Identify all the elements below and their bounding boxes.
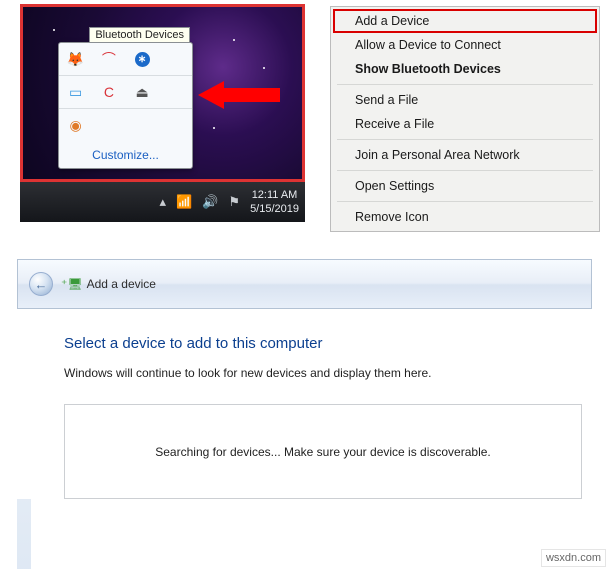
menu-separator <box>337 84 593 85</box>
clock-time: 12:11 AM <box>250 188 299 202</box>
tutorial-top-region: Bluetooth Devices 🦊 ⌒ ∗ ▭ C ⏏ ◉ Customiz… <box>20 4 606 232</box>
bluetooth-icon[interactable]: ∗ <box>126 43 159 75</box>
tray-empty <box>159 76 192 108</box>
battery-icon[interactable]: ▭ <box>59 76 92 108</box>
wizard-header: ← ⁺🖥 Add a device <box>17 259 592 309</box>
wizard-body: Select a device to add to this computer … <box>17 309 592 499</box>
menu-show-devices[interactable]: Show Bluetooth Devices <box>333 57 597 81</box>
customize-link[interactable]: Customize... <box>59 141 192 168</box>
arrow-left-icon: ← <box>35 277 48 292</box>
eject-icon[interactable]: ⏏ <box>126 76 159 108</box>
menu-separator <box>337 170 593 171</box>
menu-open-settings[interactable]: Open Settings <box>333 174 597 198</box>
ccleaner-icon[interactable]: C <box>92 76 125 108</box>
network-icon[interactable]: 📶 <box>176 194 192 210</box>
tray-empty <box>92 109 125 141</box>
wizard-subtext: Windows will continue to look for new de… <box>64 366 582 380</box>
wizard-title-row: ⁺🖥 Add a device <box>61 277 156 291</box>
menu-add-device[interactable]: Add a Device <box>333 9 597 33</box>
flag-icon[interactable]: ⚑ <box>228 194 240 210</box>
menu-separator <box>337 139 593 140</box>
disc-icon[interactable]: ◉ <box>59 109 92 141</box>
airtel-icon[interactable]: ⌒ <box>92 43 125 75</box>
bluetooth-tooltip: Bluetooth Devices <box>89 27 190 43</box>
taskbar: ▴ 📶 🔊 ⚑ 12:11 AM 5/15/2019 <box>20 182 305 222</box>
fox-icon[interactable]: 🦊 <box>59 43 92 75</box>
menu-separator <box>337 201 593 202</box>
add-device-wizard: ← ⁺🖥 Add a device Select a device to add… <box>17 259 592 499</box>
menu-join-pan[interactable]: Join a Personal Area Network <box>333 143 597 167</box>
clock-date: 5/15/2019 <box>250 202 299 216</box>
watermark: wsxdn.com <box>541 549 606 567</box>
tray-icon-grid: 🦊 ⌒ ∗ ▭ C ⏏ ◉ <box>59 43 192 141</box>
bluetooth-context-menu: Add a Device Allow a Device to Connect S… <box>330 6 600 232</box>
device-search-panel: Searching for devices... Make sure your … <box>64 404 582 499</box>
menu-receive-file[interactable]: Receive a File <box>333 112 597 136</box>
back-button[interactable]: ← <box>29 272 53 296</box>
tray-chevron-icon[interactable]: ▴ <box>160 194 167 210</box>
wizard-title-text: Add a device <box>87 277 156 291</box>
device-add-icon: ⁺🖥 <box>61 277 83 291</box>
tray-empty <box>126 109 159 141</box>
wizard-heading: Select a device to add to this computer <box>64 335 582 352</box>
menu-remove-icon[interactable]: Remove Icon <box>333 205 597 229</box>
searching-text: Searching for devices... Make sure your … <box>155 445 491 459</box>
tray-empty <box>159 109 192 141</box>
menu-allow-connect[interactable]: Allow a Device to Connect <box>333 33 597 57</box>
tray-empty <box>159 43 192 75</box>
tray-overflow-popup: Bluetooth Devices 🦊 ⌒ ∗ ▭ C ⏏ ◉ Customiz… <box>58 42 193 169</box>
taskbar-clock[interactable]: 12:11 AM 5/15/2019 <box>250 188 299 217</box>
menu-send-file[interactable]: Send a File <box>333 88 597 112</box>
volume-icon[interactable]: 🔊 <box>202 194 218 210</box>
